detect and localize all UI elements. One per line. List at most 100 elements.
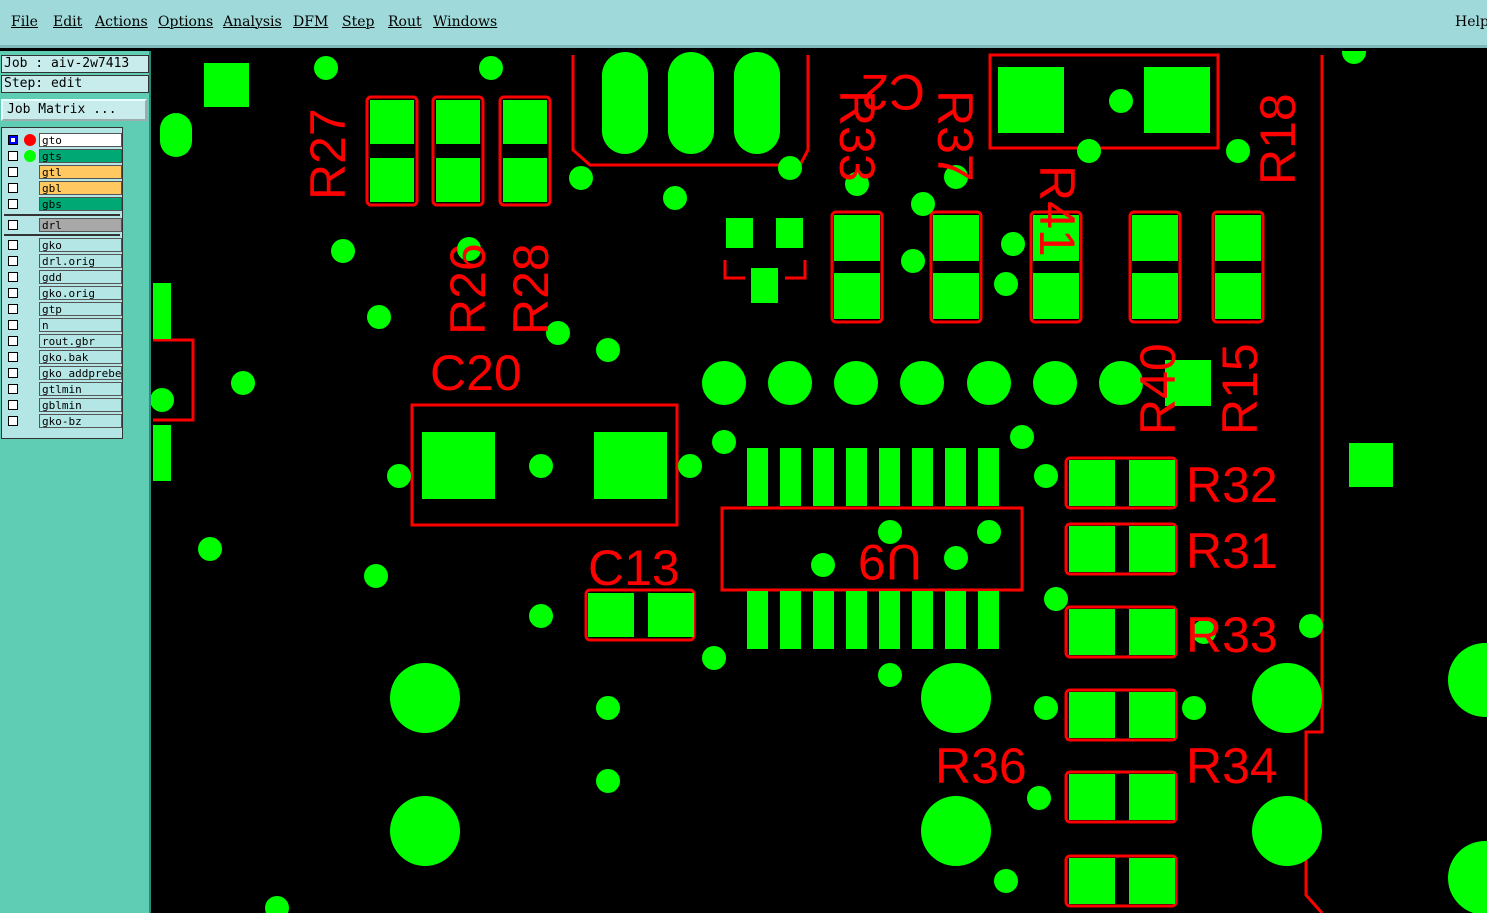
layer-checkbox[interactable] bbox=[8, 199, 18, 209]
layer-row-drl-orig[interactable]: drl.orig bbox=[4, 254, 122, 268]
menu-edit[interactable]: Edit bbox=[53, 14, 82, 30]
menu-analysis[interactable]: Analysis bbox=[223, 14, 282, 30]
layer-checkbox[interactable] bbox=[8, 336, 18, 346]
layer-checkbox[interactable] bbox=[8, 304, 18, 314]
layer-checkbox[interactable] bbox=[8, 320, 18, 330]
smd-pad bbox=[1069, 460, 1115, 506]
smd-pad bbox=[1132, 273, 1178, 319]
layer-row-drl[interactable]: drl bbox=[4, 218, 122, 232]
job-matrix-button[interactable]: Job Matrix ... bbox=[1, 99, 147, 121]
layer-row-gko-bz[interactable]: gko-bz bbox=[4, 414, 122, 428]
layer-row-gts[interactable]: gts bbox=[4, 149, 122, 163]
ic-lead-pad bbox=[945, 448, 966, 506]
pcb-canvas[interactable]: R27 R26 R28 C20 C13 R33 R37 C2 R41 R18 R40 R15 R32 R3… bbox=[151, 51, 1487, 913]
smd-pad bbox=[1129, 460, 1175, 506]
layer-checkbox[interactable] bbox=[8, 183, 18, 193]
layer-name[interactable]: gts bbox=[39, 149, 122, 163]
via bbox=[944, 546, 968, 570]
menu-options[interactable]: Options bbox=[158, 14, 213, 30]
layer-name[interactable]: gdd bbox=[39, 270, 122, 284]
layer-checkbox[interactable] bbox=[8, 167, 18, 177]
layer-name[interactable]: gko.bak bbox=[39, 350, 122, 364]
layer-row-gtp[interactable]: gtp bbox=[4, 302, 122, 316]
layer-name[interactable]: gko-bz bbox=[39, 414, 122, 428]
via bbox=[387, 464, 411, 488]
layer-row-gko-addprebe[interactable]: gko_addprebe bbox=[4, 366, 122, 380]
layer-row-gbl[interactable]: gbl bbox=[4, 181, 122, 195]
layer-name[interactable]: n bbox=[39, 318, 122, 332]
menu-bar: File Edit Actions Options Analysis DFM S… bbox=[0, 0, 1487, 48]
layer-name[interactable]: gko_addprebe bbox=[39, 366, 122, 380]
layer-name[interactable]: gko bbox=[39, 238, 122, 252]
layer-checkbox[interactable] bbox=[8, 135, 18, 145]
job-name: Job : aiv-2w7413 bbox=[1, 55, 149, 73]
menu-windows[interactable]: Windows bbox=[433, 14, 497, 30]
layer-row-gdd[interactable]: gdd bbox=[4, 270, 122, 284]
layer-checkbox[interactable] bbox=[8, 384, 18, 394]
silk-label-r32: R32 bbox=[1186, 457, 1278, 513]
thru-hole-pad bbox=[390, 663, 460, 733]
via bbox=[1299, 614, 1323, 638]
layer-checkbox[interactable] bbox=[8, 151, 18, 161]
layer-name[interactable]: gbs bbox=[39, 197, 122, 211]
layer-name[interactable]: gto bbox=[39, 133, 122, 147]
smd-pad bbox=[436, 158, 480, 202]
layer-checkbox[interactable] bbox=[8, 272, 18, 282]
smd-pad bbox=[1129, 692, 1175, 738]
menu-step[interactable]: Step bbox=[342, 14, 374, 30]
layer-name[interactable]: drl.orig bbox=[39, 254, 122, 268]
layer-checkbox[interactable] bbox=[8, 240, 18, 250]
layer-row-rout-gbr[interactable]: rout.gbr bbox=[4, 334, 122, 348]
smd-pad bbox=[1349, 443, 1393, 487]
layer-row-gko-orig[interactable]: gko.orig bbox=[4, 286, 122, 300]
pcb-graphic[interactable]: R27 R26 R28 C20 C13 R33 R37C2 R41 R18 R40 R15 R32 R3… bbox=[151, 51, 1487, 913]
layer-name[interactable]: gko.orig bbox=[39, 286, 122, 300]
silk-label-r34: R34 bbox=[1186, 738, 1278, 794]
layer-name[interactable]: rout.gbr bbox=[39, 334, 122, 348]
ic-lead-pad bbox=[846, 448, 867, 506]
layer-name[interactable]: gtl bbox=[39, 165, 122, 179]
layer-name[interactable]: gtp bbox=[39, 302, 122, 316]
layer-name[interactable]: drl bbox=[39, 218, 122, 232]
layer-row-gtl[interactable]: gtl bbox=[4, 165, 122, 179]
layer-checkbox[interactable] bbox=[8, 220, 18, 230]
via bbox=[231, 371, 255, 395]
layer-row-gblmin[interactable]: gblmin bbox=[4, 398, 122, 412]
layer-checkbox[interactable] bbox=[8, 368, 18, 378]
layer-row-gbs[interactable]: gbs bbox=[4, 197, 122, 211]
layer-row-gko[interactable]: gko bbox=[4, 238, 122, 252]
via bbox=[811, 553, 835, 577]
layer-checkbox[interactable] bbox=[8, 400, 18, 410]
layer-row-gtlmin[interactable]: gtlmin bbox=[4, 382, 122, 396]
layer-color-dot-icon bbox=[24, 150, 36, 162]
layer-name[interactable]: gbl bbox=[39, 181, 122, 195]
layer-checkbox[interactable] bbox=[8, 416, 18, 426]
layer-row-gto[interactable]: gto bbox=[4, 133, 122, 147]
layer-row-n[interactable]: n bbox=[4, 318, 122, 332]
via bbox=[479, 56, 503, 80]
smd-pad bbox=[1129, 609, 1175, 655]
menu-file[interactable]: File bbox=[11, 14, 38, 30]
oval-pad bbox=[160, 113, 192, 157]
layer-checkbox[interactable] bbox=[8, 352, 18, 362]
via bbox=[1001, 232, 1025, 256]
layer-checkbox[interactable] bbox=[8, 256, 18, 266]
layer-name[interactable]: gtlmin bbox=[39, 382, 122, 396]
via bbox=[314, 56, 338, 80]
layer-list: gto gts gtl gbl gbs drl gko drl.orig gdd gko.orig… bbox=[1, 127, 123, 439]
menu-actions[interactable]: Actions bbox=[95, 14, 148, 30]
smd-pad bbox=[1129, 858, 1175, 904]
menu-dfm[interactable]: DFM bbox=[293, 14, 328, 30]
menu-rout[interactable]: Rout bbox=[388, 14, 422, 30]
layer-row-gko-bak[interactable]: gko.bak bbox=[4, 350, 122, 364]
smd-pad bbox=[834, 273, 880, 319]
layer-name[interactable]: gblmin bbox=[39, 398, 122, 412]
via bbox=[1182, 696, 1206, 720]
layer-checkbox[interactable] bbox=[8, 288, 18, 298]
smd-pad bbox=[594, 432, 667, 499]
menu-help[interactable]: Help bbox=[1455, 14, 1487, 30]
smd-pad bbox=[503, 158, 547, 202]
ic-lead-pad bbox=[879, 591, 900, 649]
silk-label-c2: C2 bbox=[861, 64, 925, 120]
via bbox=[778, 156, 802, 180]
